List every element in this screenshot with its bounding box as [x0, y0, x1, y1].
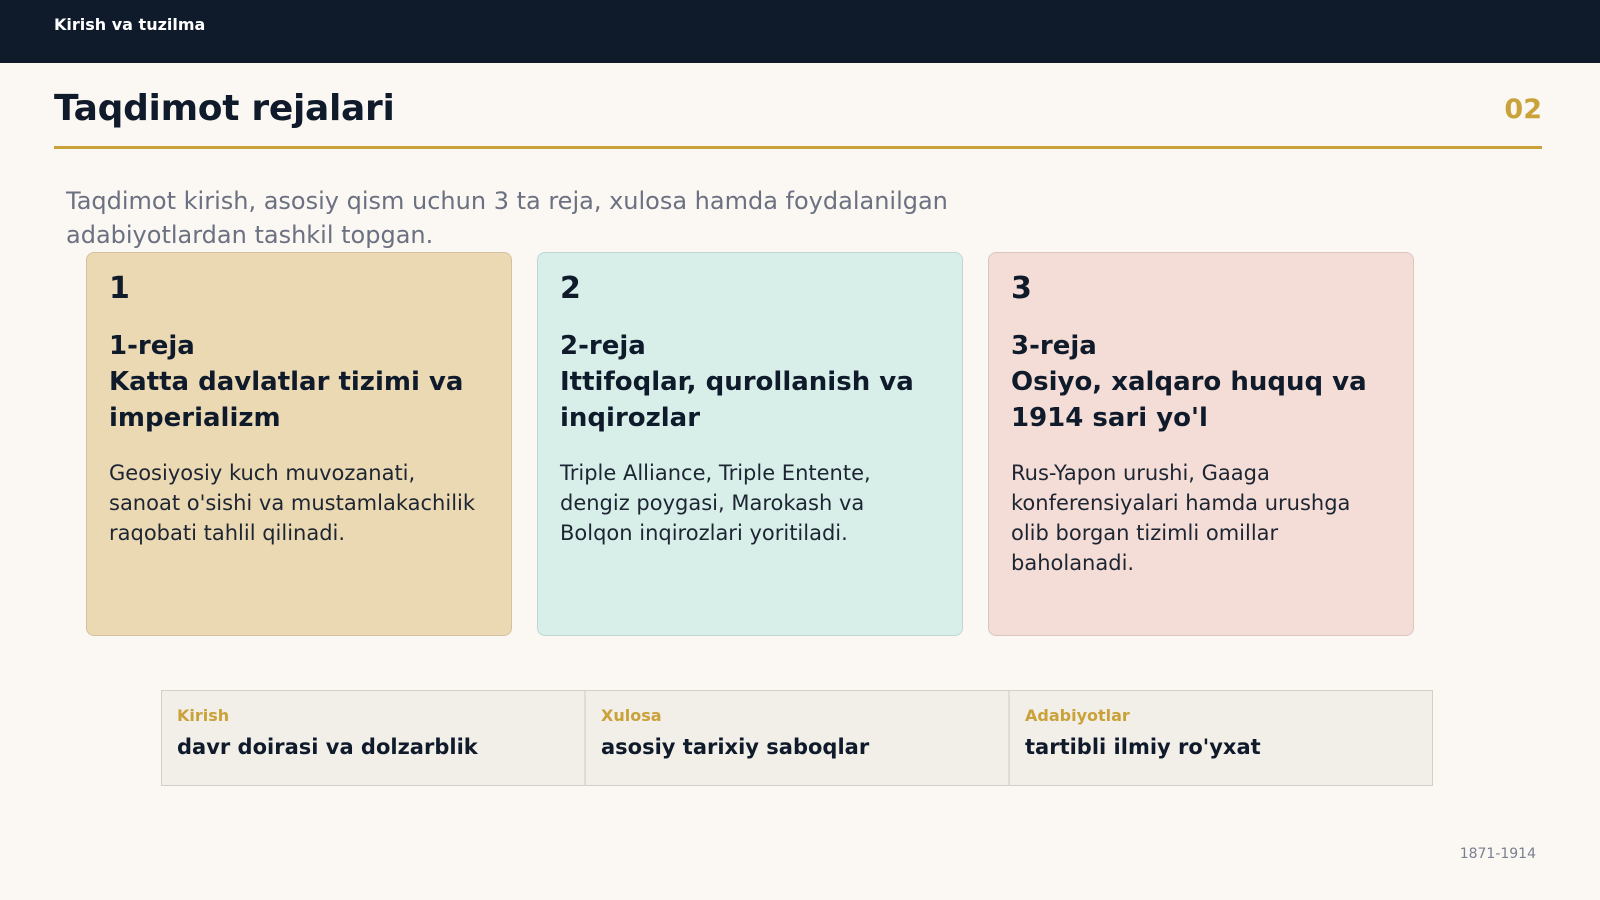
footer-years: 1871-1914: [1459, 846, 1536, 862]
card-title-line1: 2-reja: [560, 331, 646, 361]
card-title-line2: Osiyo, xalqaro huquq va 1914 sari yo'l: [1011, 367, 1367, 433]
page-number: 02: [1504, 94, 1542, 125]
intro-text: Taqdimot kirish, asosiy qism uchun 3 ta …: [66, 187, 948, 249]
structure-strip: Kirish davr doirasi va dolzarblik Xulosa…: [161, 690, 1433, 786]
strip-cell-references: Adabiyotlar tartibli ilmiy ro'yxat: [1010, 691, 1432, 785]
card-text: Rus-Yapon urushi, Gaaga konferensiyalari…: [1011, 461, 1351, 575]
card-title: 2-reja Ittifoqlar, qurollanish va inqiro…: [560, 328, 940, 436]
strip-value: tartibli ilmiy ro'yxat: [1025, 735, 1261, 759]
card-title: 1-reja Katta davlatlar tizimi va imperia…: [109, 328, 489, 436]
strip-cell-intro: Kirish davr doirasi va dolzarblik: [162, 691, 586, 785]
card-number: 3: [1011, 271, 1032, 306]
page-title: Taqdimot rejalari: [54, 88, 395, 129]
card-title-line2: Ittifoqlar, qurollanish va inqirozlar: [560, 367, 914, 433]
card-text: Triple Alliance, Triple Entente, dengiz …: [560, 461, 871, 545]
title-divider: [54, 146, 1542, 149]
strip-cell-conclusion: Xulosa asosiy tarixiy saboqlar: [586, 691, 1010, 785]
card-title: 3-reja Osiyo, xalqaro huquq va 1914 sari…: [1011, 328, 1391, 436]
strip-label: Kirish: [177, 706, 230, 725]
strip-label: Xulosa: [601, 706, 662, 725]
card-title-line1: 1-reja: [109, 331, 195, 361]
card-number: 2: [560, 271, 581, 306]
strip-value: asosiy tarixiy saboqlar: [601, 735, 870, 759]
plan-card-2: 2 2-reja Ittifoqlar, qurollanish va inqi…: [537, 252, 963, 636]
card-title-line2: Katta davlatlar tizimi va imperializm: [109, 367, 464, 433]
card-text: Geosiyosiy kuch muvozanati, sanoat o'sis…: [109, 461, 476, 545]
section-title: Kirish va tuzilma: [54, 15, 206, 34]
strip-value: davr doirasi va dolzarblik: [177, 735, 478, 759]
strip-label: Adabiyotlar: [1025, 706, 1130, 725]
card-number: 1: [109, 271, 130, 306]
plan-card-3: 3 3-reja Osiyo, xalqaro huquq va 1914 sa…: [988, 252, 1414, 636]
card-title-line1: 3-reja: [1011, 331, 1097, 361]
top-bar: Kirish va tuzilma: [0, 0, 1600, 63]
plan-card-1: 1 1-reja Katta davlatlar tizimi va imper…: [86, 252, 512, 636]
